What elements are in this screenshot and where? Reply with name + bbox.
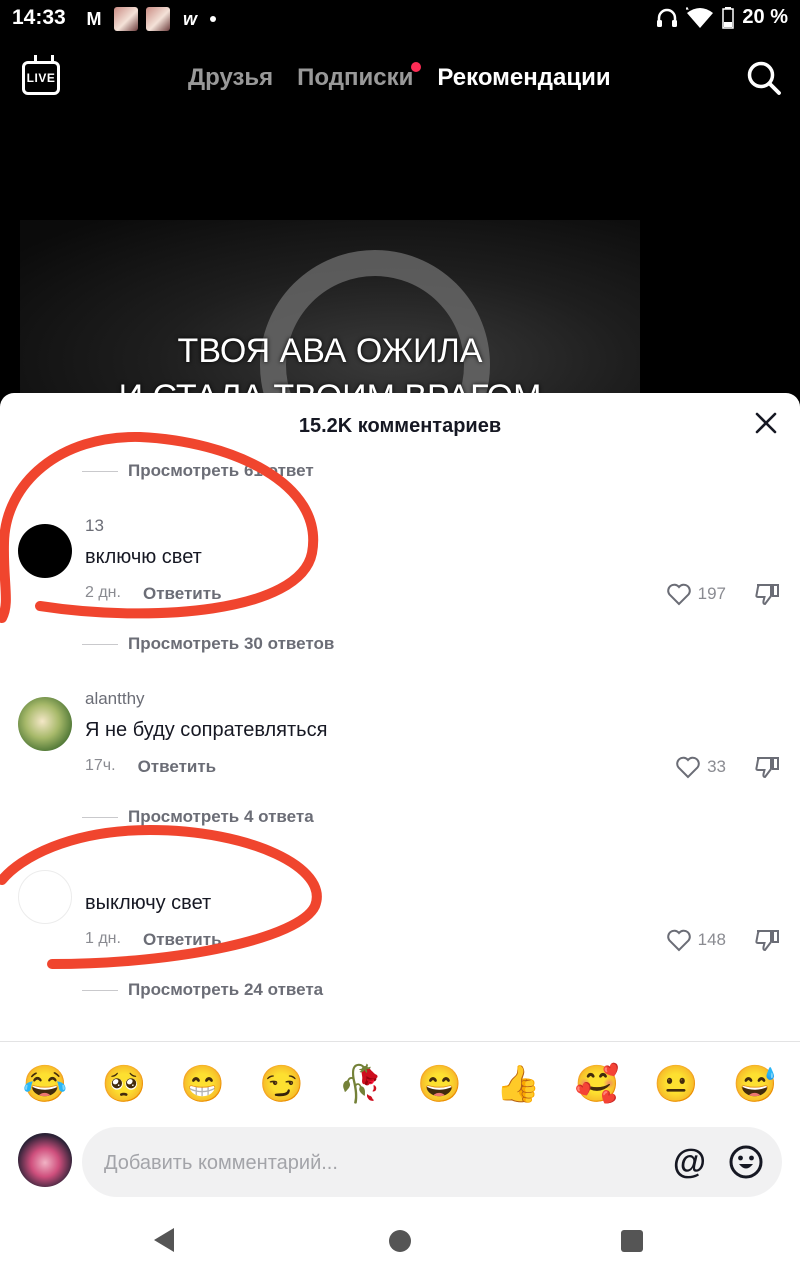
reply-divider xyxy=(82,643,118,645)
live-icon[interactable]: LIVE xyxy=(22,61,60,95)
status-time: 14:33 xyxy=(12,6,66,29)
app-avatar-icon xyxy=(114,7,138,31)
emoji-button[interactable]: 🥀 xyxy=(334,1063,388,1105)
comment-time: 17ч. xyxy=(85,757,116,774)
like-button[interactable]: 148 xyxy=(666,928,726,952)
notification-icons: M w xyxy=(82,7,216,31)
view-replies-label: Просмотреть 61 ответ xyxy=(128,461,314,480)
comments-count-title: 15.2K комментариев xyxy=(298,415,502,437)
headphones-icon xyxy=(657,8,678,27)
comment-input[interactable] xyxy=(102,1127,646,1199)
view-replies-link[interactable]: Просмотреть 30 ответов xyxy=(82,634,334,654)
view-replies-link[interactable]: Просмотреть 24 ответа xyxy=(82,980,323,1000)
quick-emoji-bar: 😂 🥺 😁 😏 🥀 😄 👍 🥰 😐 😅 xyxy=(18,1063,782,1105)
emoji-button[interactable]: 😐 xyxy=(649,1063,703,1105)
like-count: 148 xyxy=(697,930,726,949)
recent-apps-icon[interactable] xyxy=(621,1230,643,1252)
avatar[interactable] xyxy=(18,870,72,924)
dislike-icon[interactable] xyxy=(754,755,780,779)
comment-username[interactable]: alantthy xyxy=(85,689,145,709)
avatar[interactable] xyxy=(18,524,72,578)
comment-input-box: @ xyxy=(82,1127,782,1199)
tab-for-you[interactable]: Рекомендации xyxy=(437,64,610,92)
more-notifications-dot xyxy=(210,16,216,22)
status-bar: 14:33 M w 20 % xyxy=(0,0,800,40)
like-count: 197 xyxy=(697,584,726,603)
emoji-divider xyxy=(0,1041,800,1042)
comment-item: 13 включю свет 2 дн. Ответить 197 xyxy=(0,516,800,644)
emoji-button[interactable]: 🥰 xyxy=(570,1063,624,1105)
wifi-icon xyxy=(686,6,714,28)
emoji-button[interactable]: 😁 xyxy=(176,1063,230,1105)
mention-icon[interactable]: @ xyxy=(673,1143,706,1181)
top-navigation: LIVE Друзья Подписки Рекомендации xyxy=(0,50,800,110)
reply-divider xyxy=(82,816,118,818)
video-caption-line1: ТВОЯ АВА ОЖИЛА xyxy=(177,332,483,370)
back-icon[interactable] xyxy=(152,1227,176,1253)
battery-icon xyxy=(722,6,735,29)
dislike-icon[interactable] xyxy=(754,582,780,606)
comment-item: alantthy Я не буду сопратевляться 17ч. О… xyxy=(0,689,800,817)
reply-divider xyxy=(82,989,118,991)
comment-meta: 17ч. Ответить xyxy=(85,757,216,777)
feed-tabs: Друзья Подписки Рекомендации xyxy=(188,62,611,92)
close-icon[interactable] xyxy=(754,411,778,435)
battery-percent: 20 % xyxy=(742,6,788,28)
emoji-button[interactable]: 😏 xyxy=(255,1063,309,1105)
live-label: LIVE xyxy=(26,71,56,85)
tab-following[interactable]: Подписки xyxy=(297,62,422,92)
comment-item: выключу свет 1 дн. Ответить 148 xyxy=(0,870,800,990)
reply-button[interactable]: Ответить xyxy=(143,930,222,950)
emoji-button[interactable]: 👍 xyxy=(491,1063,545,1105)
heart-icon xyxy=(666,929,691,952)
new-content-dot xyxy=(411,62,422,72)
like-button[interactable]: 33 xyxy=(675,755,726,779)
view-replies-label: Просмотреть 4 ответа xyxy=(128,807,314,826)
gmail-icon: M xyxy=(86,8,102,29)
emoji-button[interactable]: 😄 xyxy=(412,1063,466,1105)
reply-button[interactable]: Ответить xyxy=(138,757,217,777)
comment-meta: 1 дн. Ответить xyxy=(85,930,222,950)
app-avatar-icon-2 xyxy=(146,7,170,31)
video-player[interactable]: ТВОЯ АВА ОЖИЛА И СТАЛА ТВОИМ ВРАГОМ xyxy=(20,220,640,420)
view-replies-link[interactable]: Просмотреть 61 ответ xyxy=(82,461,314,481)
search-icon[interactable] xyxy=(746,60,782,96)
emoji-button[interactable]: 😅 xyxy=(728,1063,782,1105)
like-button[interactable]: 197 xyxy=(666,582,726,606)
tab-following-label: Подписки xyxy=(297,64,414,91)
heart-icon xyxy=(666,583,691,606)
comment-time: 1 дн. xyxy=(85,930,121,947)
emoji-button[interactable]: 😂 xyxy=(18,1063,72,1105)
emoji-picker-icon[interactable] xyxy=(728,1144,764,1180)
comment-text: выключу свет xyxy=(85,892,212,914)
comments-sheet: 15.2K комментариев Просмотреть 61 ответ … xyxy=(0,393,800,1280)
reply-divider xyxy=(82,470,118,472)
reply-button[interactable]: Ответить xyxy=(143,584,222,604)
comment-text: Я не буду сопратевляться xyxy=(85,719,328,741)
comment-username[interactable]: 13 xyxy=(85,516,104,536)
emoji-button[interactable]: 🥺 xyxy=(97,1063,151,1105)
view-replies-label: Просмотреть 24 ответа xyxy=(128,980,324,999)
dislike-icon[interactable] xyxy=(754,928,780,952)
system-navigation-bar xyxy=(0,1213,800,1280)
view-replies-link[interactable]: Просмотреть 4 ответа xyxy=(82,807,314,827)
status-right: 20 % xyxy=(656,6,788,29)
tab-friends[interactable]: Друзья xyxy=(188,64,273,92)
comment-time: 2 дн. xyxy=(85,584,121,601)
my-avatar xyxy=(18,1133,72,1187)
heart-icon xyxy=(676,756,700,779)
like-count: 33 xyxy=(707,757,726,776)
view-replies-label: Просмотреть 30 ответов xyxy=(128,634,335,653)
avatar[interactable] xyxy=(18,697,72,751)
comment-meta: 2 дн. Ответить xyxy=(85,584,222,604)
comment-input-row: @ xyxy=(0,1127,800,1199)
wattpad-icon: w xyxy=(182,8,197,29)
home-icon[interactable] xyxy=(389,1230,411,1252)
comment-text: включю свет xyxy=(85,546,202,568)
